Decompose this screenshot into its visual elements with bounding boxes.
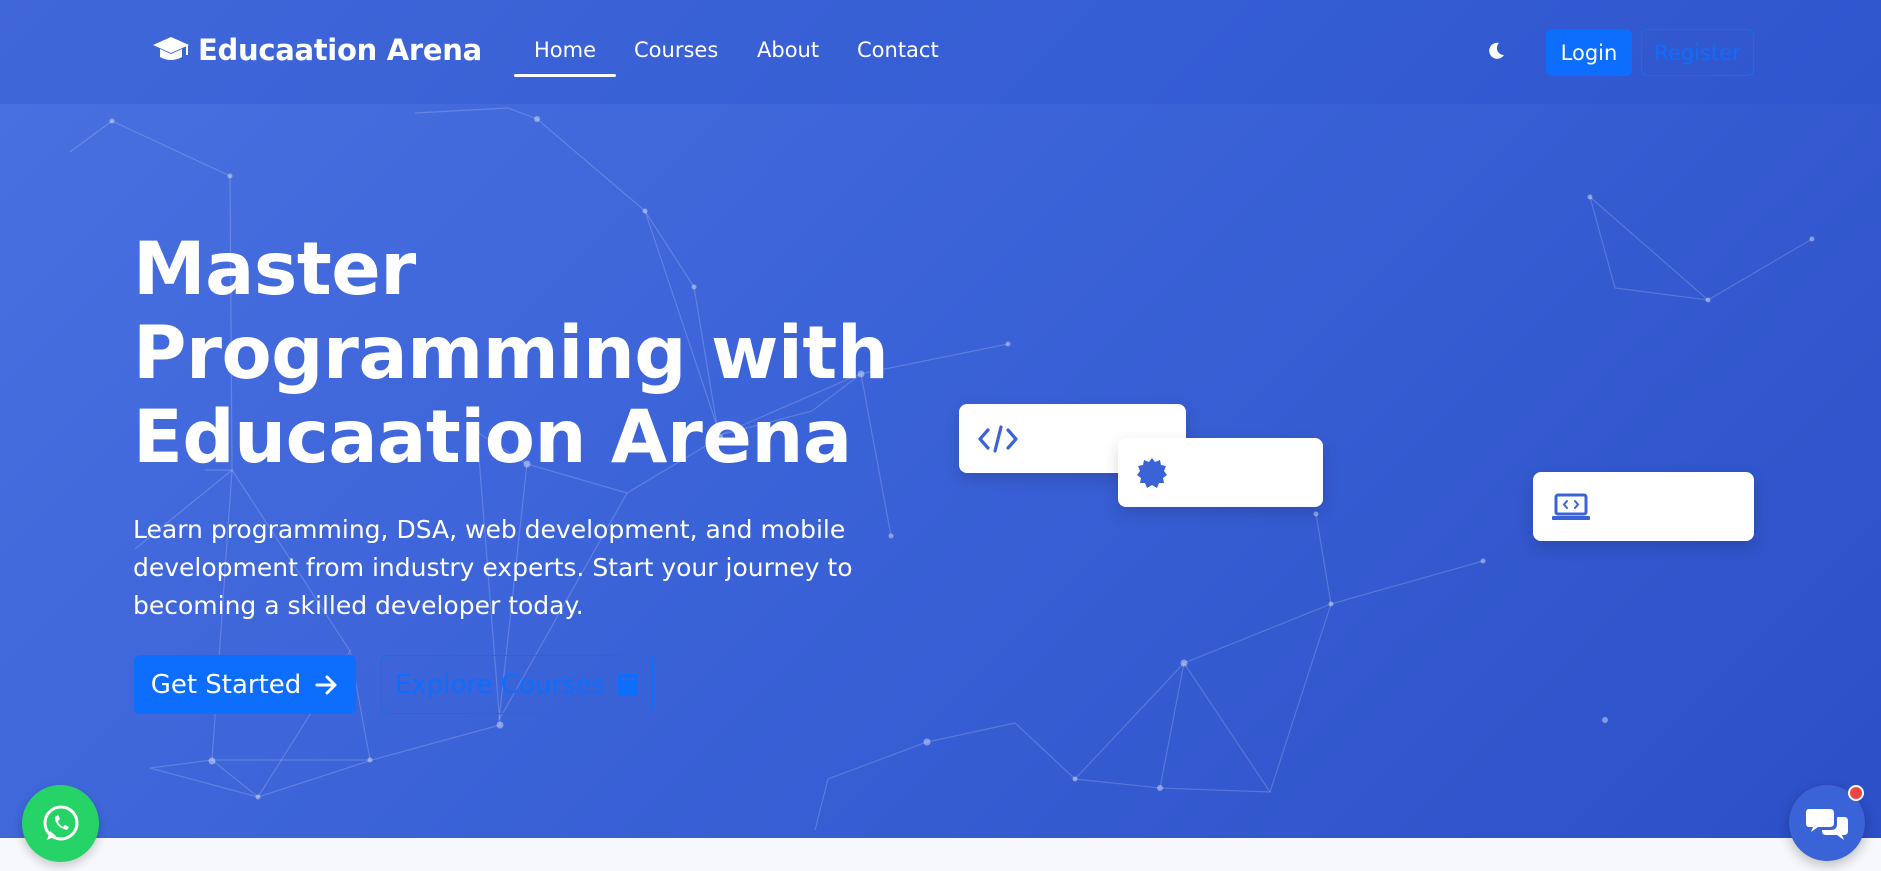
theme-toggle-button[interactable] (1484, 39, 1508, 63)
hero-section: Educaation Arena Home Courses About Cont… (0, 0, 1881, 838)
explore-courses-label: Explore Courses (394, 669, 606, 700)
notification-dot (1848, 785, 1864, 801)
nav-link-home[interactable]: Home (513, 38, 617, 77)
hero-subtitle: Learn programming, DSA, web development,… (133, 515, 853, 620)
whatsapp-icon (43, 805, 78, 840)
hero-title: Master Programming with Educaation Arena (133, 227, 889, 480)
book-icon (618, 673, 639, 696)
nav-link-courses[interactable]: Courses (634, 38, 718, 62)
arrow-right-icon (315, 675, 337, 694)
moon-icon (1489, 42, 1504, 59)
navbar: Educaation Arena Home Courses About Cont… (0, 0, 1881, 104)
get-started-label: Get Started (150, 669, 302, 700)
get-started-button[interactable]: Get Started (134, 655, 356, 714)
brand-name: Educaation Arena (198, 33, 482, 67)
register-button[interactable]: Register (1641, 29, 1754, 76)
graduation-cap-icon (153, 37, 189, 60)
certificate-icon (1137, 457, 1167, 488)
whatsapp-button[interactable] (22, 785, 99, 862)
explore-courses-button[interactable]: Explore Courses (381, 655, 653, 714)
floating-card-laptop (1533, 472, 1754, 541)
nav-link-about[interactable]: About (757, 38, 819, 62)
floating-card-certificate (1118, 438, 1323, 507)
login-button[interactable]: Login (1546, 29, 1632, 76)
code-icon (978, 424, 1018, 453)
laptop-code-icon (1552, 493, 1590, 520)
brand-logo[interactable]: Educaation Arena (152, 33, 482, 67)
nav-link-contact[interactable]: Contact (857, 38, 939, 62)
chat-bubbles-icon (1806, 809, 1848, 840)
